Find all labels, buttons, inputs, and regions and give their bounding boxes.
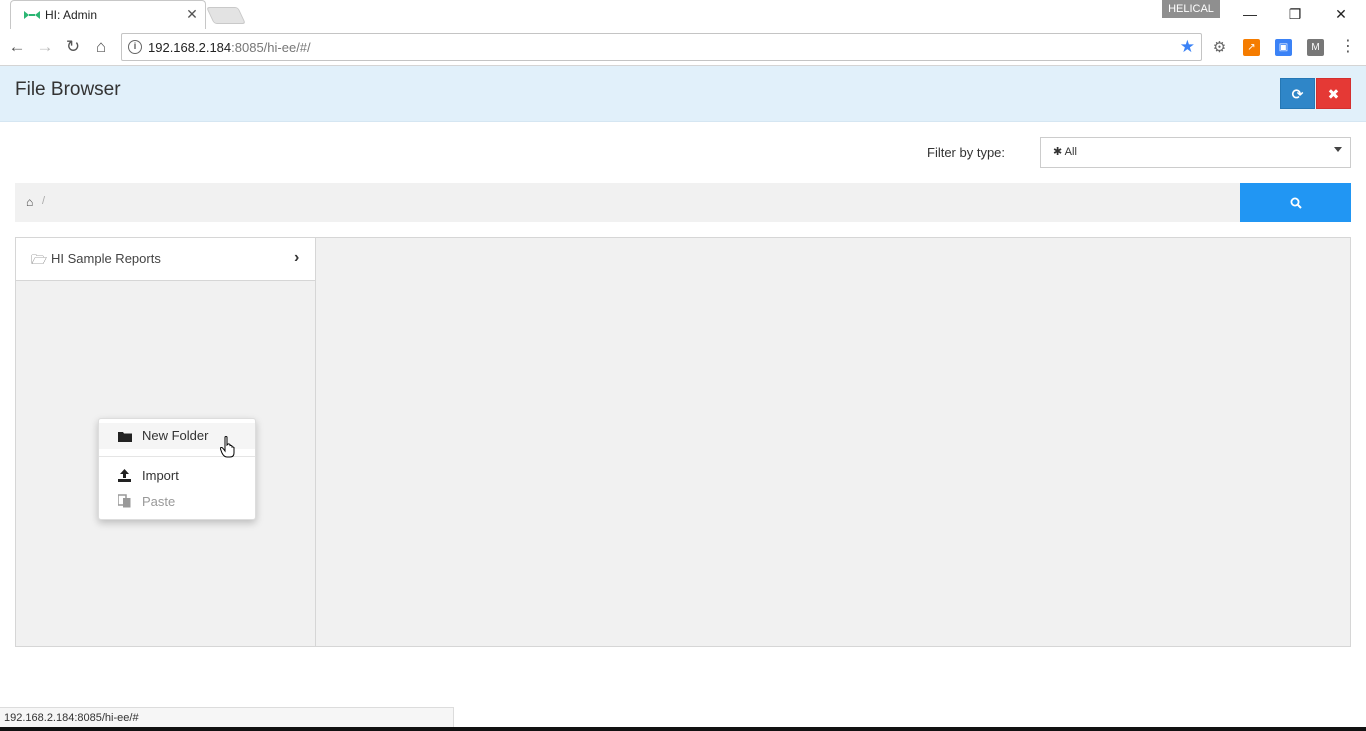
profile-badge[interactable]: HELICAL	[1162, 0, 1220, 18]
filter-label: Filter by type:	[927, 145, 1006, 160]
refresh-button[interactable]: ⟳	[1280, 78, 1315, 109]
context-menu-paste[interactable]: Paste	[99, 489, 255, 515]
filter-value-text: All	[1064, 146, 1077, 158]
filter-value: ✱ All	[1053, 145, 1077, 158]
status-bar: 192.168.2.184:8085/hi-ee/#	[0, 707, 454, 728]
new-tab-button[interactable]	[206, 7, 246, 24]
paste-icon	[118, 494, 131, 508]
forward-arrow-icon[interactable]: →	[34, 36, 56, 58]
search-button[interactable]	[1240, 183, 1351, 222]
close-button[interactable]: ✖	[1316, 78, 1351, 109]
page-title: File Browser	[15, 79, 121, 100]
search-icon	[1290, 197, 1302, 210]
helical-favicon-icon	[24, 11, 40, 19]
browser-tabstrip: HI: Admin ✕ HELICAL — ❐ ✕	[0, 0, 1366, 29]
chevron-right-icon[interactable]: ›	[294, 249, 299, 267]
upload-icon	[118, 469, 131, 482]
home-icon[interactable]: ⌂	[90, 36, 112, 58]
folder-label: HI Sample Reports	[51, 251, 161, 266]
window-restore-button[interactable]: ❐	[1272, 0, 1318, 28]
bookmark-star-icon[interactable]: ★	[1180, 37, 1195, 57]
context-menu-label: New Folder	[142, 428, 209, 443]
breadcrumb-separator: /	[42, 195, 46, 207]
asterisk-icon: ✱	[1053, 146, 1065, 158]
back-arrow-icon[interactable]: ←	[6, 36, 28, 58]
window-minimize-button[interactable]: —	[1227, 0, 1273, 28]
browser-tab[interactable]: HI: Admin ✕	[10, 0, 206, 29]
breadcrumb: ⌂ /	[15, 183, 1240, 222]
address-url[interactable]: 192.168.2.184:8085/hi-ee/#/	[148, 40, 311, 55]
tab-close-icon[interactable]: ✕	[184, 6, 200, 22]
extension-blue-icon[interactable]: ▣	[1275, 39, 1292, 56]
folder-icon	[118, 432, 132, 442]
filter-type-select[interactable]: ✱ All	[1040, 137, 1351, 168]
folder-item-hi-sample-reports[interactable]: 🗁 HI Sample Reports ›	[16, 238, 315, 281]
browser-menu-icon[interactable]: ⋮	[1340, 37, 1356, 57]
context-menu-import[interactable]: Import	[99, 463, 255, 489]
taskbar-edge	[0, 727, 1366, 731]
tab-title: HI: Admin	[45, 8, 98, 22]
extension-gear-icon[interactable]: ⚙	[1211, 39, 1228, 56]
folder-open-icon: 🗁	[31, 252, 48, 267]
breadcrumb-home-icon[interactable]: ⌂	[26, 195, 33, 209]
window-close-button[interactable]: ✕	[1318, 0, 1364, 28]
site-info-icon[interactable]: i	[128, 40, 142, 54]
context-menu: New Folder Import Paste	[98, 418, 256, 520]
hand-cursor-icon	[219, 436, 236, 464]
browser-toolbar: ← → ↻ ⌂ i 192.168.2.184:8085/hi-ee/#/ ★ …	[0, 29, 1366, 66]
address-bar[interactable]: i 192.168.2.184:8085/hi-ee/#/ ★	[121, 33, 1202, 61]
extension-m-icon[interactable]: M	[1307, 39, 1324, 56]
reload-icon[interactable]: ↻	[62, 36, 84, 58]
context-menu-label: Paste	[142, 494, 176, 509]
chevron-down-icon	[1334, 147, 1342, 152]
context-menu-label: Import	[142, 468, 179, 483]
url-path: :8085/hi-ee/#/	[231, 40, 311, 55]
extension-chart-icon[interactable]: ↗	[1243, 39, 1260, 56]
app-header: File Browser ⟳ ✖	[0, 66, 1366, 122]
url-host: 192.168.2.184	[148, 40, 232, 55]
close-icon: ✖	[1327, 86, 1340, 102]
refresh-icon: ⟳	[1291, 86, 1304, 102]
